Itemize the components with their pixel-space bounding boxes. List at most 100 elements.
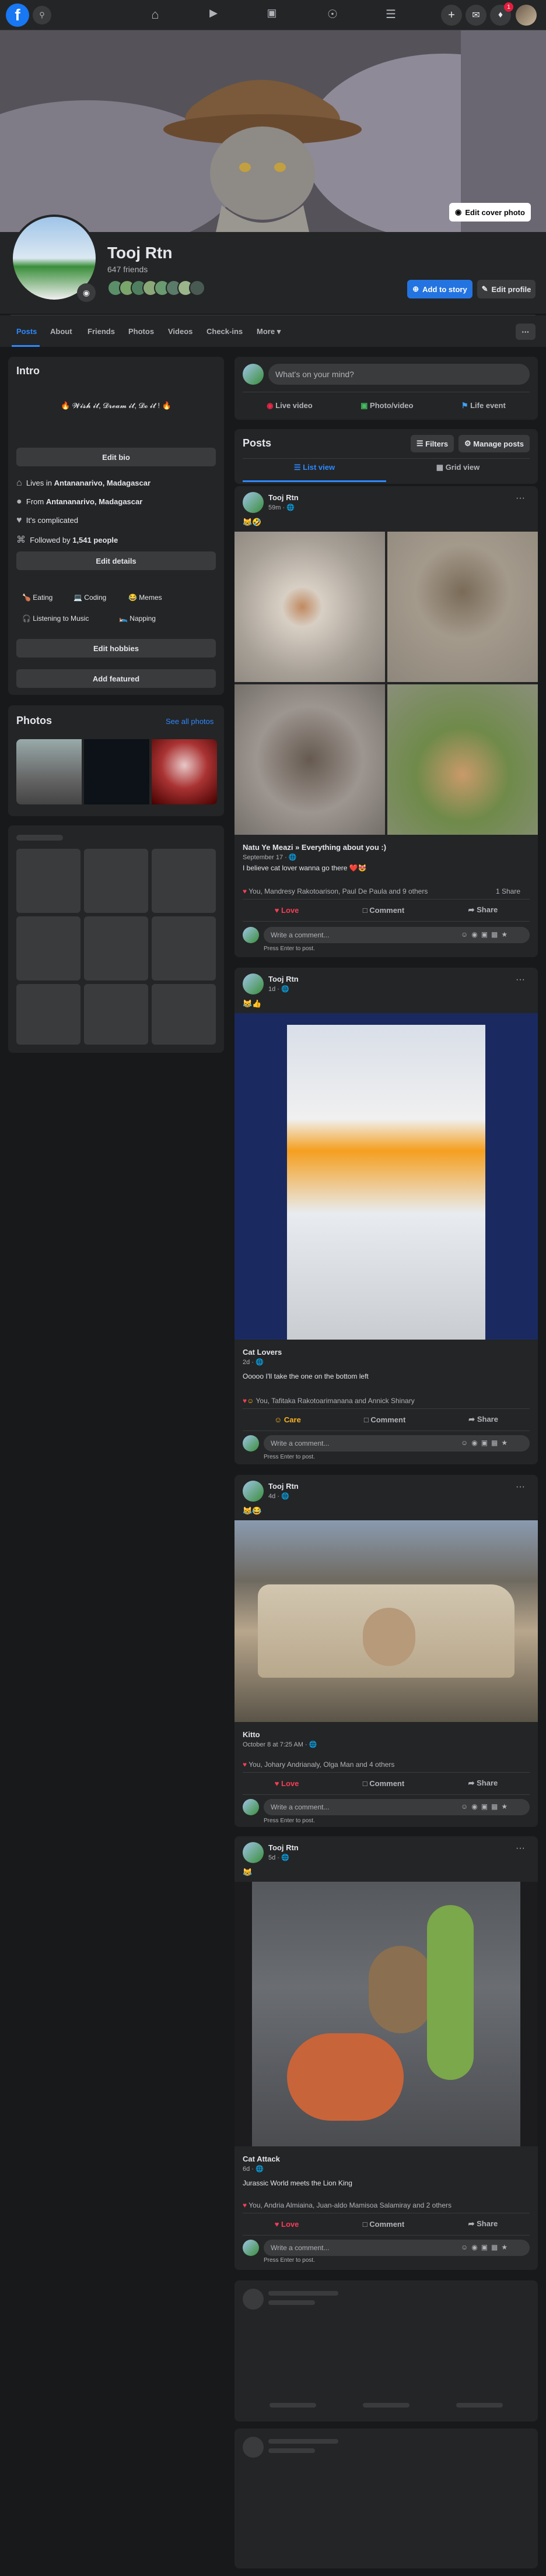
tab-more[interactable]: More ▾ bbox=[257, 327, 281, 336]
photo-thumbnail[interactable] bbox=[16, 739, 82, 804]
edit-cover-button[interactable]: ◉ Edit cover photo bbox=[449, 203, 531, 222]
friends-count[interactable]: 647 friends bbox=[107, 265, 148, 274]
share-count[interactable]: 1 Share bbox=[496, 887, 520, 895]
watch-icon[interactable]: ▶ bbox=[205, 7, 222, 23]
edit-bio-button[interactable]: Edit bio bbox=[16, 448, 216, 466]
reactions-summary[interactable]: ♥ You, Mandresy Rakotoarison, Paul De Pa… bbox=[243, 887, 428, 895]
post-author-avatar[interactable] bbox=[243, 974, 264, 994]
live-video-button[interactable]: ◉ Live video bbox=[267, 401, 313, 410]
shared-image-grid[interactable] bbox=[235, 532, 538, 835]
hobby-chip[interactable]: 🛌 Napping bbox=[119, 614, 156, 623]
love-button[interactable]: ♥ Love bbox=[275, 906, 299, 915]
shared-title[interactable]: Cat Attack bbox=[243, 2155, 280, 2163]
tab-about[interactable]: About bbox=[50, 327, 72, 336]
post-author-name[interactable]: Tooj Rtn bbox=[268, 975, 299, 983]
post-more-icon[interactable]: ··· bbox=[516, 1843, 525, 1854]
add-featured-button[interactable]: Add featured bbox=[16, 669, 216, 688]
reactions-summary[interactable]: ♥ You, Johary Andrianaly, Olga Man and 4… bbox=[243, 1760, 394, 1769]
shared-photo[interactable] bbox=[235, 532, 385, 682]
post-author-avatar[interactable] bbox=[243, 1842, 264, 1863]
love-button[interactable]: ♥ Love bbox=[275, 2220, 299, 2229]
filters-button[interactable]: ☰ Filters bbox=[411, 435, 454, 452]
shared-photo[interactable] bbox=[235, 684, 385, 835]
menu-icon[interactable]: ☰ bbox=[383, 7, 399, 23]
see-all-photos-link[interactable]: See all photos bbox=[166, 717, 214, 726]
comment-tools-icons[interactable]: ☺◉▣▦★ bbox=[461, 1439, 511, 1447]
commenter-avatar[interactable] bbox=[243, 2240, 259, 2256]
post-time[interactable]: 4d · 🌐 bbox=[268, 1492, 289, 1500]
search-icon[interactable]: ⚲ bbox=[33, 6, 51, 24]
more-options-button[interactable]: ··· bbox=[516, 324, 536, 340]
post-time[interactable]: 5d · 🌐 bbox=[268, 1854, 289, 1861]
photo-thumbnail[interactable] bbox=[84, 739, 149, 804]
share-button[interactable]: ➦ Share bbox=[468, 1415, 498, 1424]
post-more-icon[interactable]: ··· bbox=[516, 1482, 525, 1492]
add-story-button[interactable]: ⊕ Add to story bbox=[407, 280, 473, 298]
composer-avatar[interactable] bbox=[243, 364, 264, 385]
shared-photo[interactable] bbox=[235, 1520, 538, 1722]
facebook-logo[interactable]: f bbox=[6, 3, 29, 27]
comment-button[interactable]: □ Comment bbox=[364, 1415, 405, 1424]
post-author-avatar[interactable] bbox=[243, 492, 264, 513]
list-view-tab[interactable]: ☰ List view bbox=[243, 463, 386, 472]
hobby-chip[interactable]: 💻 Coding bbox=[74, 593, 106, 602]
commenter-avatar[interactable] bbox=[243, 1435, 259, 1452]
reactions-summary[interactable]: ♥☺ You, Tafitaka Rakotoarimanana and Ann… bbox=[243, 1397, 415, 1405]
shared-photo[interactable] bbox=[387, 532, 538, 682]
comment-tools-icons[interactable]: ☺◉▣▦★ bbox=[461, 930, 511, 939]
hobby-chip[interactable]: 😂 Memes bbox=[128, 593, 162, 602]
post-time[interactable]: 1d · 🌐 bbox=[268, 985, 289, 993]
post-author-name[interactable]: Tooj Rtn bbox=[268, 493, 299, 502]
photo-thumbnail[interactable] bbox=[152, 739, 217, 804]
comment-button[interactable]: □ Comment bbox=[363, 1779, 404, 1788]
shared-title[interactable]: Cat Lovers bbox=[243, 1348, 282, 1356]
home-icon[interactable]: ⌂ bbox=[147, 7, 163, 23]
tab-friends[interactable]: Friends bbox=[88, 327, 115, 336]
share-button[interactable]: ➦ Share bbox=[468, 1779, 498, 1788]
photo-video-button[interactable]: ▣ Photo/video bbox=[360, 401, 413, 410]
share-button[interactable]: ➦ Share bbox=[468, 905, 498, 915]
post-time[interactable]: 59m · 🌐 bbox=[268, 504, 295, 511]
manage-posts-button[interactable]: ⚙ Manage posts bbox=[459, 435, 530, 452]
avatar-small[interactable] bbox=[516, 5, 537, 26]
grid-view-tab[interactable]: ▦ Grid view bbox=[386, 463, 530, 472]
post-author-name[interactable]: Tooj Rtn bbox=[268, 1843, 299, 1852]
composer-input[interactable]: What's on your mind? bbox=[268, 364, 530, 385]
groups-icon[interactable]: ☉ bbox=[324, 7, 341, 23]
cover-photo[interactable]: ◉ Edit cover photo bbox=[0, 30, 546, 232]
post-more-icon[interactable]: ··· bbox=[516, 493, 525, 504]
love-button[interactable]: ♥ Love bbox=[275, 1779, 299, 1788]
friend-avatars[interactable] bbox=[107, 280, 212, 296]
share-button[interactable]: ➦ Share bbox=[468, 2219, 498, 2229]
friend-avatar[interactable] bbox=[189, 280, 205, 296]
comment-button[interactable]: □ Comment bbox=[363, 906, 404, 915]
reactions-summary[interactable]: ♥ You, Andria Almiaina, Juan-aldo Mamiso… bbox=[243, 2201, 452, 2209]
post-author-avatar[interactable] bbox=[243, 1481, 264, 1502]
shared-photo[interactable] bbox=[235, 1882, 538, 2146]
marketplace-icon[interactable]: ▣ bbox=[264, 7, 280, 23]
comment-tools-icons[interactable]: ☺◉▣▦★ bbox=[461, 1802, 511, 1811]
shared-title[interactable]: Natu Ye Meazi » Everything about you :) bbox=[243, 843, 386, 852]
avatar-camera-icon[interactable]: ◉ bbox=[77, 283, 96, 302]
life-event-button[interactable]: ⚑ Life event bbox=[461, 401, 506, 410]
care-button[interactable]: ☺ Care bbox=[274, 1415, 301, 1424]
comment-tools-icons[interactable]: ☺◉▣▦★ bbox=[461, 2243, 511, 2251]
comment-button[interactable]: □ Comment bbox=[363, 2220, 404, 2229]
tab-checkins[interactable]: Check-ins bbox=[206, 327, 243, 336]
shared-photo[interactable] bbox=[235, 1013, 538, 1340]
messenger-icon[interactable]: ✉ bbox=[466, 5, 487, 26]
tab-videos[interactable]: Videos bbox=[168, 327, 192, 336]
tab-photos[interactable]: Photos bbox=[128, 327, 154, 336]
shared-title[interactable]: Kitto bbox=[243, 1730, 260, 1739]
plus-icon[interactable]: + bbox=[441, 5, 462, 26]
commenter-avatar[interactable] bbox=[243, 927, 259, 943]
post-more-icon[interactable]: ··· bbox=[516, 975, 525, 985]
edit-profile-button[interactable]: ✎ Edit profile bbox=[477, 280, 536, 298]
tab-posts[interactable]: Posts bbox=[16, 327, 37, 336]
hobby-chip[interactable]: 🎧 Listening to Music bbox=[22, 614, 89, 623]
edit-details-button[interactable]: Edit details bbox=[16, 551, 216, 570]
post-author-name[interactable]: Tooj Rtn bbox=[268, 1482, 299, 1491]
shared-photo[interactable] bbox=[387, 684, 538, 835]
hobby-chip[interactable]: 🍗 Eating bbox=[22, 593, 52, 602]
edit-hobbies-button[interactable]: Edit hobbies bbox=[16, 639, 216, 658]
